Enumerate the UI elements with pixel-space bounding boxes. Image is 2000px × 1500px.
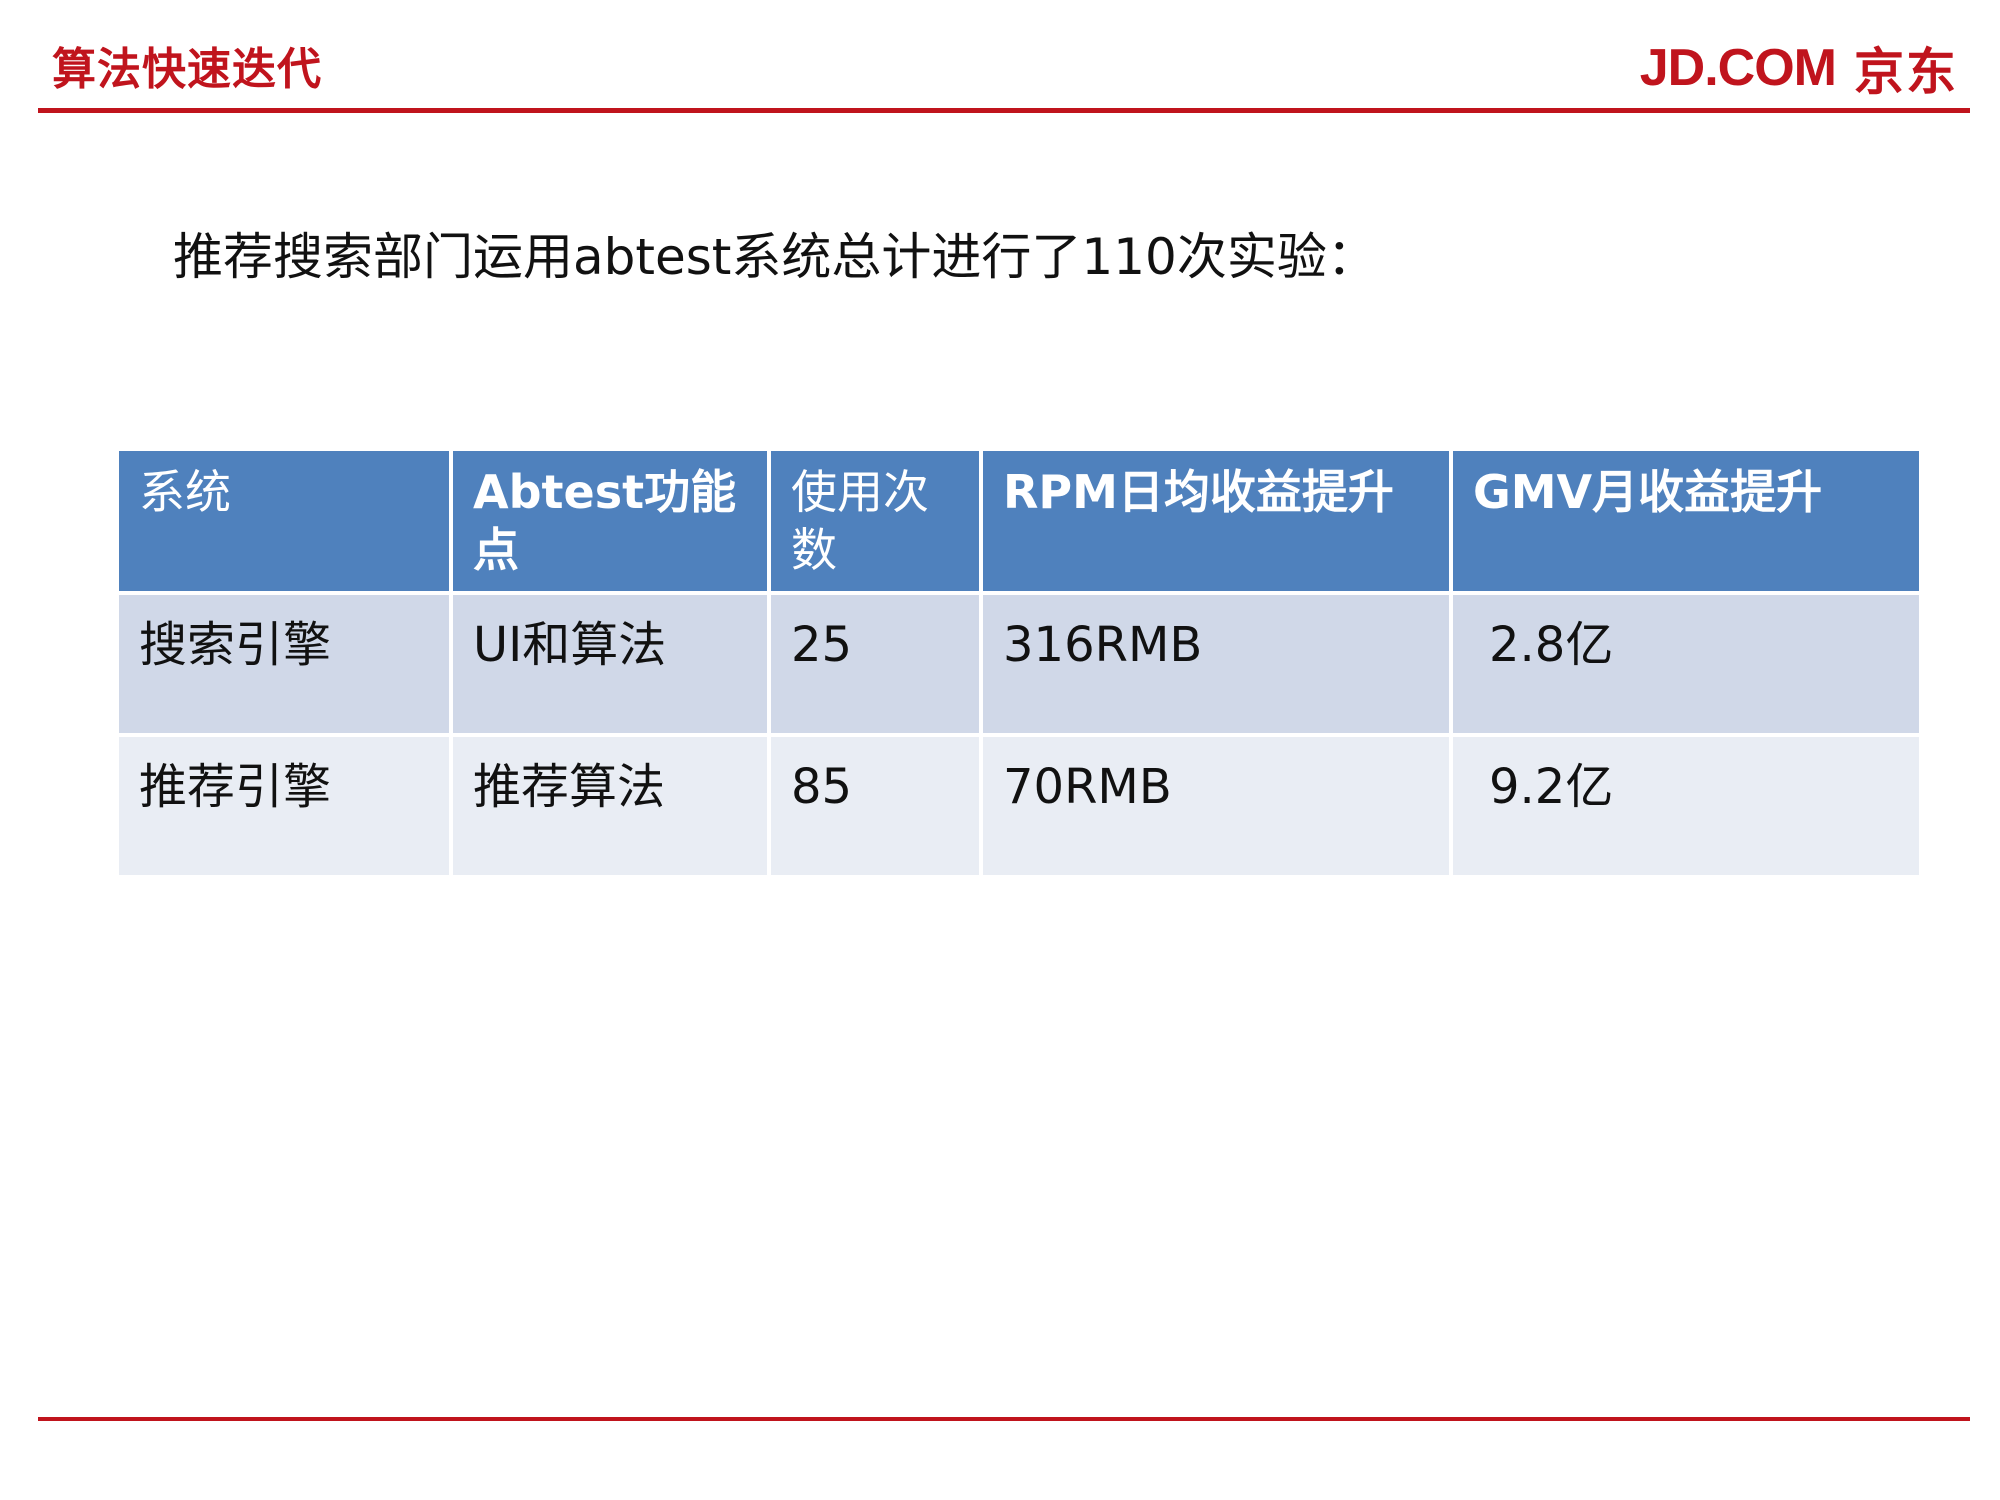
cell-usage-count: 25 [771, 595, 979, 733]
cell-usage-count: 85 [771, 737, 979, 875]
header-gmv: GMV月收益提升 [1453, 451, 1919, 591]
bottom-divider [38, 1417, 1970, 1421]
table-header-row: 系统 Abtest功能点 使用次数 RPM日均收益提升 GMV月收益提升 [119, 451, 1919, 591]
table-row: 推荐引擎 推荐算法 85 70RMB 9.2亿 [119, 737, 1919, 875]
brand-cn: 京东 [1854, 43, 1958, 101]
cell-gmv: 9.2亿 [1453, 737, 1919, 875]
cell-system: 搜索引擎 [119, 595, 449, 733]
top-divider [38, 108, 1970, 113]
header-rpm: RPM日均收益提升 [983, 451, 1449, 591]
header-system: 系统 [119, 451, 449, 591]
header-feature: Abtest功能点 [453, 451, 767, 591]
results-table: 系统 Abtest功能点 使用次数 RPM日均收益提升 GMV月收益提升 搜索引… [115, 447, 1923, 879]
table-row: 搜索引擎 UI和算法 25 316RMB 2.8亿 [119, 595, 1919, 733]
cell-system: 推荐引擎 [119, 737, 449, 875]
cell-rpm: 316RMB [983, 595, 1449, 733]
cell-feature: 推荐算法 [453, 737, 767, 875]
header-usage-count: 使用次数 [771, 451, 979, 591]
cell-rpm: 70RMB [983, 737, 1449, 875]
cell-gmv: 2.8亿 [1453, 595, 1919, 733]
jd-logo: JD.COM 京东 [1639, 36, 1958, 101]
brand-latin: JD.COM [1639, 39, 1837, 97]
slide-title: 算法快速迭代 [52, 44, 322, 95]
intro-text: 推荐搜索部门运用abtest系统总计进行了110次实验： [173, 228, 1377, 286]
cell-feature: UI和算法 [453, 595, 767, 733]
